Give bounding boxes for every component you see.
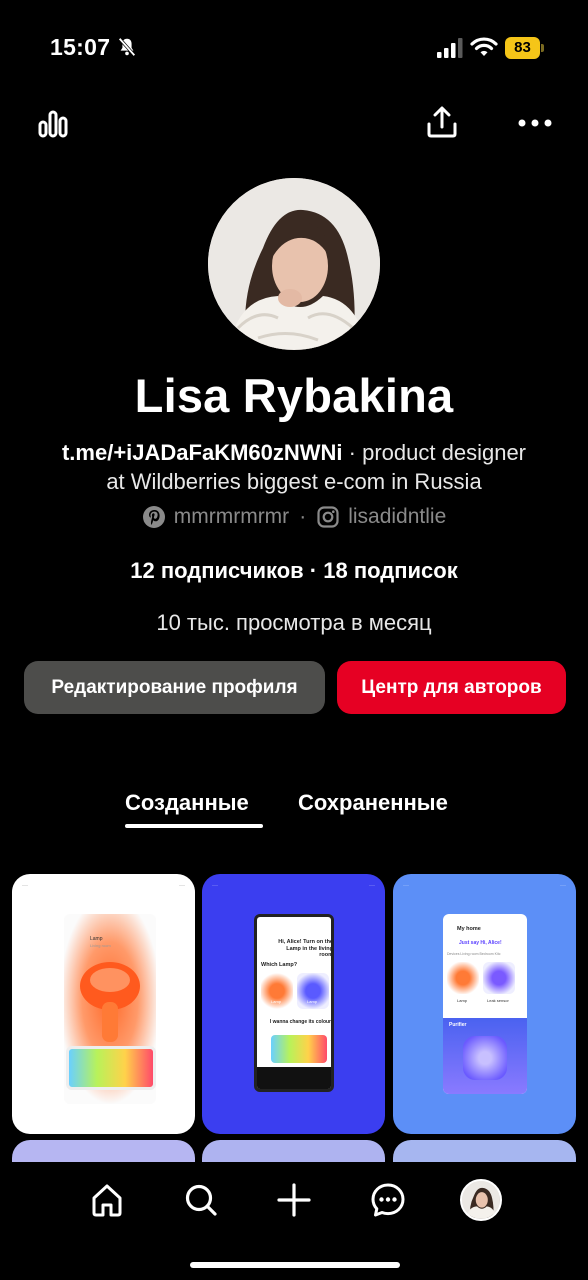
instagram-icon — [316, 505, 340, 529]
edit-profile-button[interactable]: Редактирование профиля — [24, 661, 325, 714]
tab-created[interactable]: Созданные — [125, 790, 249, 816]
search-icon — [185, 1184, 217, 1216]
profile-name: Lisa Rybakina — [134, 369, 454, 422]
more-button[interactable] — [516, 108, 554, 138]
pin-color-palette — [66, 1046, 156, 1090]
pinterest-handle[interactable]: mmrmrmrmr — [174, 505, 289, 529]
wifi-icon — [470, 37, 498, 56]
pin-option-2 — [483, 962, 515, 994]
share-icon — [427, 106, 457, 138]
stats-icon — [38, 110, 68, 138]
pin-caption: — — — [22, 883, 185, 889]
bio-separator: · — [342, 440, 363, 465]
pin-card[interactable]: — — Hi, Alice! Turn on the Lamp in the li… — [202, 874, 385, 1134]
battery-tip — [541, 44, 544, 52]
profile-bio: t.me/+iJADaFaKM60zNWNi · product designe… — [20, 438, 568, 496]
pin-card[interactable]: — — My home Just say Hi, Alice! Devices L… — [393, 874, 576, 1134]
pin-phone-mockup: Hi, Alice! Turn on the Lamp in the livin… — [254, 914, 334, 1092]
pin-device-label: Purifier — [449, 1022, 467, 1028]
nav-search[interactable] — [177, 1176, 225, 1224]
bio-link[interactable]: t.me/+iJADaFaKM60zNWNi — [62, 440, 343, 465]
pin-caption: — — — [212, 883, 375, 889]
pinterest-icon — [142, 505, 166, 529]
home-icon — [92, 1184, 122, 1217]
more-icon — [518, 119, 552, 127]
status-bar: 15:07 83 — [0, 0, 588, 90]
messages-icon — [371, 1183, 405, 1217]
instagram-handle[interactable]: lisadidntlie — [348, 505, 446, 529]
pin-caption: — — — [403, 883, 566, 889]
bell-slash-icon — [118, 37, 136, 57]
pin-title: Hi, Alice! Turn on the Lamp in the livin… — [278, 939, 333, 958]
tab-saved[interactable]: Сохраненные — [298, 790, 448, 816]
top-bar — [0, 100, 588, 150]
pin-footer-text: I wanna change its colour — [269, 1019, 331, 1025]
social-links: mmrmrmrmr · lisadidntlie — [0, 505, 588, 529]
active-tab-indicator — [125, 824, 263, 828]
followers-count[interactable]: 12 подписчиков · 18 подписок — [0, 558, 588, 584]
pin-subtitle: Living room — [90, 943, 111, 948]
creator-center-button[interactable]: Центр для авторов — [337, 661, 566, 714]
bio-text-2: at Wildberries biggest e-com in Russia — [106, 469, 482, 494]
stats-button[interactable] — [36, 106, 70, 142]
social-separator: · — [299, 505, 307, 528]
pin-title: Lamp — [90, 936, 103, 942]
nav-home[interactable] — [83, 1176, 131, 1224]
status-time: 15:07 — [50, 34, 111, 60]
profile-avatar-small — [460, 1179, 502, 1221]
monthly-views: 10 тыс. просмотра в месяц — [156, 610, 432, 635]
nav-messages[interactable] — [364, 1176, 412, 1224]
avatar-portrait — [208, 178, 380, 350]
nav-create[interactable] — [270, 1176, 318, 1224]
pin-phone-mockup: My home Just say Hi, Alice! Devices Livi… — [443, 914, 527, 1094]
pin-phone-bottom-bar — [257, 1067, 331, 1089]
pin-option-1-label: Lamp — [457, 998, 468, 1003]
bio-text-1: product designer — [362, 440, 527, 465]
pin-tabs: Devices Living room Bedroom Kitc — [447, 952, 501, 956]
pin-greeting: Just say Hi, Alice! — [459, 940, 502, 946]
profile-tabs: Созданные Сохраненные — [0, 790, 588, 835]
signal-icon — [437, 38, 463, 58]
share-button[interactable] — [422, 102, 462, 142]
pin-color-palette — [271, 1035, 327, 1063]
pin-option-2-label: Leak sensor — [487, 998, 509, 1003]
battery-icon: 83 — [505, 37, 545, 59]
pin-device-card: Purifier — [443, 1018, 527, 1094]
pin-title: My home — [457, 926, 481, 932]
plus-icon — [277, 1183, 311, 1217]
pin-option-2-label: Lamp — [307, 999, 318, 1004]
pin-question: Which Lamp? — [261, 962, 298, 968]
pin-option-1-label: Lamp — [271, 999, 282, 1004]
profile-avatar[interactable] — [208, 178, 380, 350]
pin-option-1 — [447, 962, 479, 994]
nav-profile[interactable] — [457, 1176, 505, 1224]
pin-card[interactable]: — — Lamp Living room — [12, 874, 195, 1134]
pin-device-glow — [463, 1036, 507, 1080]
battery-level: 83 — [505, 37, 540, 59]
home-indicator — [190, 1262, 400, 1268]
